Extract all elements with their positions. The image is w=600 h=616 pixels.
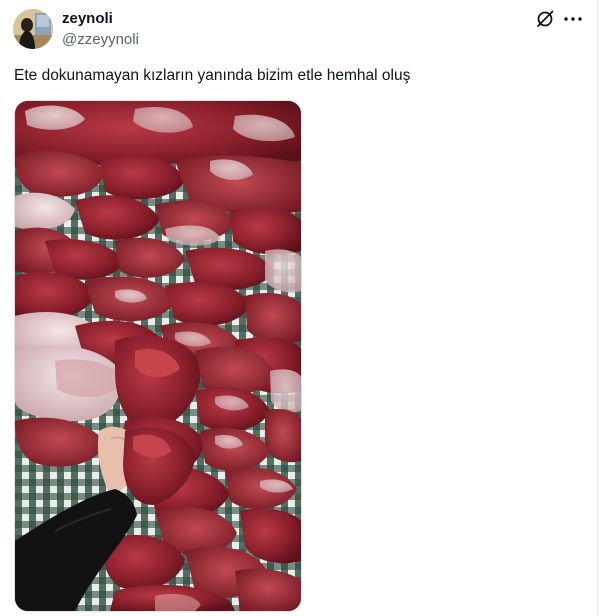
tweet-text: Ete dokunamayan kızların yanında bizim e… (14, 67, 411, 84)
handle[interactable]: @zzeyynoli (62, 31, 139, 49)
grok-icon[interactable] (535, 9, 555, 29)
right-border (597, 0, 598, 616)
avatar-photo-icon (13, 9, 53, 49)
avatar[interactable] (13, 9, 53, 49)
tweet-card: zeynoli @zzeyynoli Ete dokunamayan kızla… (0, 0, 597, 616)
tweet-photo[interactable] (14, 100, 302, 612)
display-name[interactable]: zeynoli (62, 10, 113, 28)
more-icon[interactable] (562, 9, 584, 29)
raw-meat-photo-icon (15, 101, 301, 611)
